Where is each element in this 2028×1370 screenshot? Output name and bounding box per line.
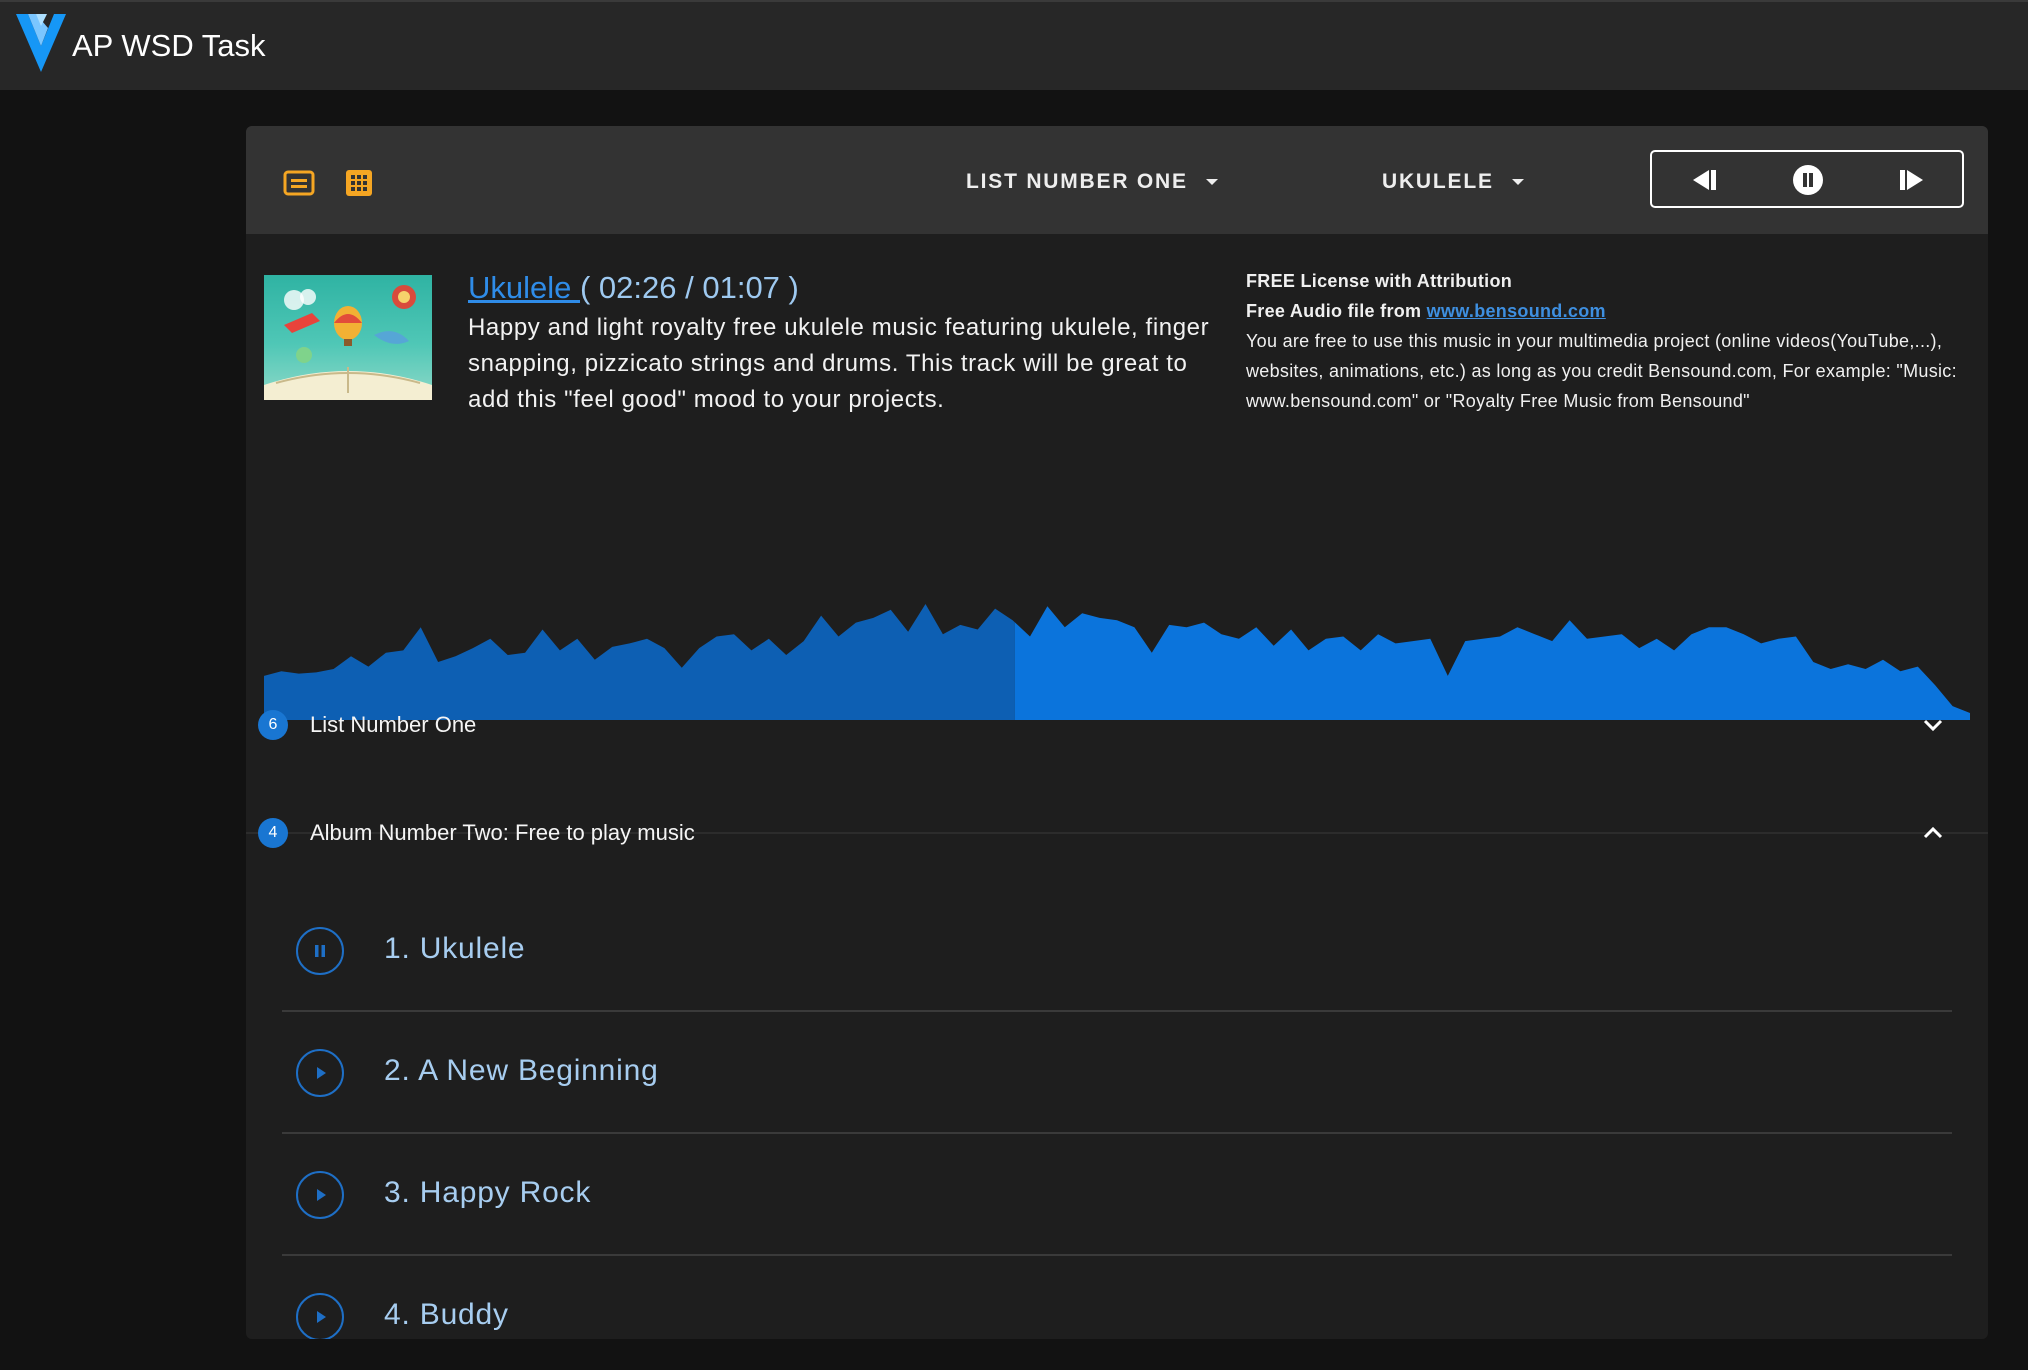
play-icon (317, 1311, 326, 1323)
license-info: FREE License with Attribution Free Audio… (1246, 266, 1976, 416)
track-pause-button[interactable] (296, 927, 344, 975)
skip-previous-icon (1693, 170, 1716, 190)
previous-track-button[interactable] (1686, 162, 1722, 198)
license-body: You are free to use this music in your m… (1246, 331, 1957, 411)
track-label: 4. Buddy (384, 1298, 509, 1331)
caret-down-icon (1511, 179, 1524, 185)
chevron-down-icon (1923, 719, 1943, 732)
track-dropdown-label: UKULELE (1382, 170, 1494, 193)
group-label: List Number One (310, 712, 477, 737)
track-count-badge: 4 (258, 818, 288, 848)
track-item[interactable]: 2. A New Beginning (282, 1012, 1952, 1134)
list-view-icon[interactable] (282, 166, 316, 200)
track-item[interactable]: 1. Ukulele (282, 890, 1952, 1012)
license-heading: FREE License with Attribution (1246, 271, 1513, 291)
pause-icon (315, 945, 325, 957)
track-dropdown[interactable]: UKULELE (1382, 164, 1524, 200)
album-art-thumbnail (264, 275, 432, 400)
track-label: 1. Ukulele (384, 932, 526, 965)
group-label: Album Number Two: Free to play music (310, 820, 695, 845)
track-label: 2. A New Beginning (384, 1054, 659, 1087)
player-toolbar: LIST NUMBER ONE UKULELE (246, 126, 1988, 234)
player-controls (1650, 150, 1964, 208)
play-icon (317, 1189, 326, 1201)
track-item[interactable]: 4. Buddy (282, 1256, 1952, 1339)
track-play-button[interactable] (296, 1293, 344, 1339)
track-item[interactable]: 3. Happy Rock (282, 1134, 1952, 1256)
track-time: ( 02:26 / 01:07 ) (580, 270, 799, 305)
bensound-link[interactable]: www.bensound.com (1427, 301, 1606, 321)
license-source: Free Audio file from www.bensound.com (1246, 296, 1976, 326)
license-source-prefix: Free Audio file from (1246, 301, 1427, 321)
group-header-album-number-two[interactable]: 4 Album Number Two: Free to play music (246, 780, 1988, 886)
pause-button[interactable] (1790, 162, 1826, 198)
skip-next-icon (1900, 170, 1923, 190)
chevron-up-icon (1923, 826, 1943, 839)
player-card: LIST NUMBER ONE UKULELE Ukulele (02:26 … (246, 126, 1988, 1339)
track-play-button[interactable] (296, 1171, 344, 1219)
track-label: 3. Happy Rock (384, 1176, 592, 1209)
pause-circle-icon (1793, 165, 1823, 195)
playlist-dropdown[interactable]: LIST NUMBER ONE (966, 164, 1218, 200)
next-track-button[interactable] (1894, 162, 1930, 198)
caret-down-icon (1205, 179, 1218, 185)
vuetify-logo-icon (16, 14, 66, 72)
track-description: Happy and light royalty free ukulele mus… (468, 314, 1210, 413)
playlist-dropdown-label: LIST NUMBER ONE (966, 170, 1188, 193)
app-title: AP WSD Task (72, 28, 266, 63)
now-playing-title: Ukulele ( 02:26 / 01:07 ) (468, 270, 799, 306)
grid-view-icon[interactable] (342, 166, 376, 200)
track-play-button[interactable] (296, 1049, 344, 1097)
app-bar: AP WSD Task (0, 0, 2028, 90)
track-count-badge: 6 (258, 710, 288, 740)
group-header-list-number-one[interactable]: 6 List Number One (246, 672, 1988, 778)
play-icon (317, 1067, 326, 1079)
track-title-link[interactable]: Ukulele (468, 270, 580, 305)
